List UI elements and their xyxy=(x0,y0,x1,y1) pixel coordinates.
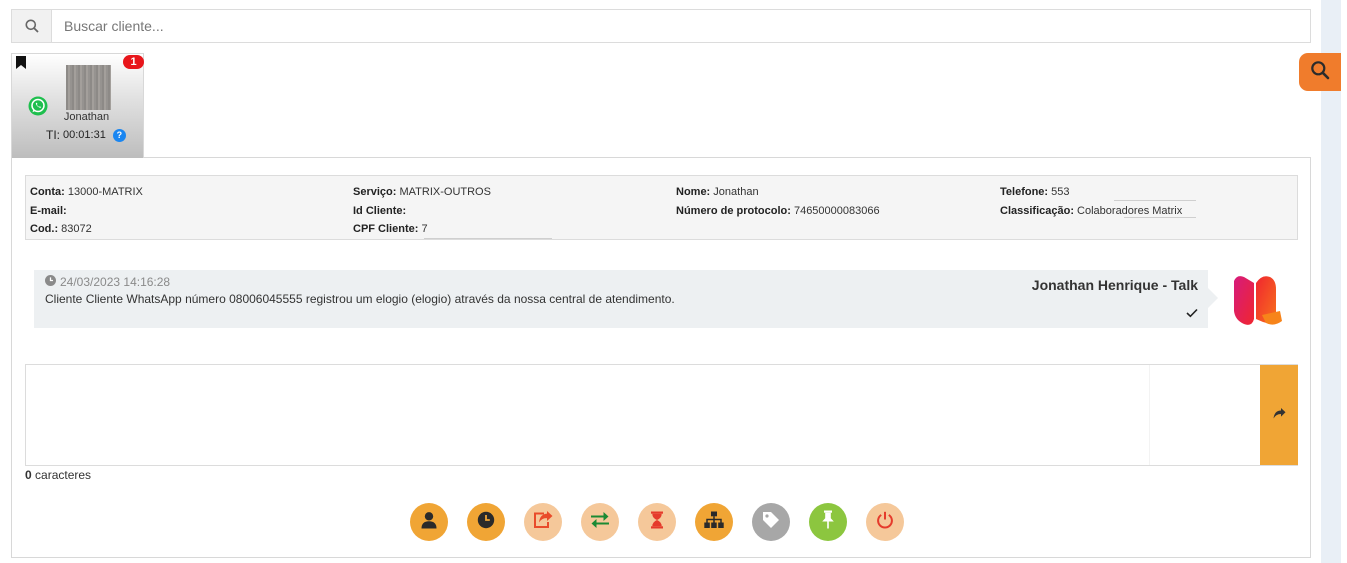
conta-value: 13000-MATRIX xyxy=(67,186,143,198)
exchange-icon xyxy=(590,511,610,534)
telefone-underline xyxy=(1114,200,1196,201)
char-count-label: caracteres xyxy=(31,468,92,482)
client-search-input[interactable] xyxy=(52,10,1310,42)
end-chat-button[interactable] xyxy=(866,503,904,541)
classificacao-value: Colaboradores Matrix xyxy=(1077,204,1183,217)
clock-icon xyxy=(477,511,495,534)
history-button[interactable] xyxy=(467,503,505,541)
talk-logo xyxy=(1230,271,1286,329)
action-toolbar xyxy=(410,503,904,541)
telefone-value: 553 xyxy=(1051,186,1070,198)
user-icon xyxy=(420,511,438,534)
servico-value: MATRIX-OUTROS xyxy=(399,186,491,198)
help-icon[interactable]: ? xyxy=(112,128,126,142)
info-column-3: Nome: Jonathan Número de protocolo: 7465… xyxy=(676,183,880,220)
nome-value: Jonathan xyxy=(713,186,759,198)
char-count-value: 0 xyxy=(25,468,32,482)
ti-timer: TI: 00:01:31 ? xyxy=(46,128,126,142)
floating-search-button[interactable] xyxy=(1299,53,1341,91)
unread-badge: 1 xyxy=(123,55,144,69)
servico-label: Serviço: xyxy=(353,186,397,198)
transfer-button[interactable] xyxy=(581,503,619,541)
message-timestamp: 24/03/2023 14:16:28 xyxy=(45,275,170,289)
search-icon[interactable] xyxy=(12,10,52,42)
nome-label: Nome: xyxy=(676,186,711,198)
client-info-box: Conta: 13000-MATRIX E-mail: Cod.: 83072 … xyxy=(25,175,1298,240)
checkmark-icon xyxy=(1186,305,1198,323)
share-icon xyxy=(533,510,553,534)
sitemap-icon xyxy=(704,511,724,534)
chat-panel: Conta: 13000-MATRIX E-mail: Cod.: 83072 … xyxy=(11,157,1311,558)
info-column-4: Telefone: 553 Classificação: Colaborador… xyxy=(1000,183,1182,220)
message-pointer xyxy=(1208,288,1218,308)
pin-button[interactable] xyxy=(809,503,847,541)
send-button[interactable] xyxy=(1260,365,1298,465)
telefone-label: Telefone: xyxy=(1000,186,1049,198)
composer-divider xyxy=(1149,365,1150,465)
search-icon xyxy=(1310,60,1330,85)
tag-button[interactable] xyxy=(752,503,790,541)
message-input[interactable] xyxy=(26,365,1149,465)
clock-icon xyxy=(45,275,56,289)
forward-button[interactable] xyxy=(524,503,562,541)
tag-icon xyxy=(762,511,780,534)
client-search-bar xyxy=(11,9,1311,43)
conta-label: Conta: xyxy=(30,186,65,198)
ti-label: TI: xyxy=(46,128,60,142)
protocolo-label: Número de protocolo: xyxy=(676,204,791,217)
classificacao-underline xyxy=(1124,217,1196,218)
cod-label: Cod.: xyxy=(30,223,59,235)
client-name: Jonathan xyxy=(63,111,110,123)
cpf-underline xyxy=(424,238,552,239)
timestamp-text: 24/03/2023 14:16:28 xyxy=(60,275,171,289)
department-button[interactable] xyxy=(695,503,733,541)
bookmark-icon[interactable] xyxy=(16,56,26,74)
ti-value: 00:01:31 xyxy=(63,129,106,141)
avatar xyxy=(66,65,111,110)
power-icon xyxy=(876,511,894,534)
cod-value: 83072 xyxy=(61,223,92,235)
classificacao-label: Classificação: xyxy=(1000,204,1074,217)
client-info-button[interactable] xyxy=(410,503,448,541)
character-count: 0 caracteres xyxy=(25,468,91,482)
hourglass-icon xyxy=(650,511,664,534)
email-label: E-mail: xyxy=(30,204,67,217)
wait-button[interactable] xyxy=(638,503,676,541)
client-tab[interactable]: 1 Jonathan TI: 00:01:31 ? xyxy=(11,53,144,158)
reply-arrow-icon xyxy=(1273,406,1286,424)
idcliente-label: Id Cliente: xyxy=(353,204,407,217)
pin-icon xyxy=(821,510,835,534)
cpf-label: CPF Cliente: xyxy=(353,223,419,235)
info-column-1: Conta: 13000-MATRIX E-mail: Cod.: 83072 xyxy=(30,183,143,239)
message-text: Cliente Cliente WhatsApp número 08006045… xyxy=(45,292,675,306)
message-composer xyxy=(25,364,1298,466)
info-column-2: Serviço: MATRIX-OUTROS Id Cliente: CPF C… xyxy=(353,183,491,239)
chat-message: 24/03/2023 14:16:28 Cliente Cliente What… xyxy=(34,270,1218,328)
message-author: Jonathan Henrique - Talk xyxy=(1031,277,1198,293)
cpf-value: 7 xyxy=(421,223,428,235)
protocolo-value: 74650000083066 xyxy=(793,204,880,217)
